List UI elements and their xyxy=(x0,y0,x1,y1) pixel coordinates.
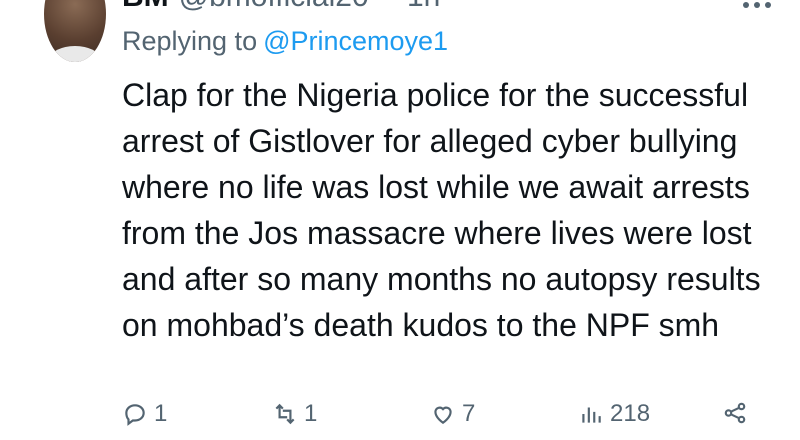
author-line: BM @bmofficial20 · 1h xyxy=(122,0,440,12)
replying-to-handle[interactable]: @Princemoye1 xyxy=(263,26,448,56)
share-button[interactable] xyxy=(722,400,748,426)
reply-button[interactable]: 1 xyxy=(122,400,167,428)
views-button[interactable]: 218 xyxy=(578,400,650,428)
like-button[interactable]: 7 xyxy=(430,400,475,428)
share-icon xyxy=(724,402,746,424)
avatar-shirt xyxy=(50,46,100,62)
tweet-actions: 1 1 7 218 xyxy=(122,400,772,440)
retweet-count: 1 xyxy=(304,400,318,427)
author-separator: · xyxy=(379,0,389,13)
like-count: 7 xyxy=(462,400,476,427)
author-name[interactable]: BM xyxy=(122,0,169,13)
replying-to: Replying to @Princemoye1 xyxy=(122,26,448,57)
views-icon xyxy=(582,407,601,423)
replying-to-label: Replying to xyxy=(122,26,258,56)
retweet-button[interactable]: 1 xyxy=(272,400,317,428)
tweet-text: Clap for the Nigeria police for the succ… xyxy=(122,77,761,343)
reply-icon xyxy=(125,404,145,426)
author-handle[interactable]: @bmofficial20 xyxy=(179,0,369,13)
heart-icon xyxy=(434,406,452,424)
retweet-icon xyxy=(275,403,295,425)
more-icon[interactable] xyxy=(740,0,774,8)
tweet-time[interactable]: 1h xyxy=(407,0,440,13)
reply-count: 1 xyxy=(154,400,168,427)
view-count: 218 xyxy=(610,400,651,427)
avatar[interactable] xyxy=(44,0,106,62)
